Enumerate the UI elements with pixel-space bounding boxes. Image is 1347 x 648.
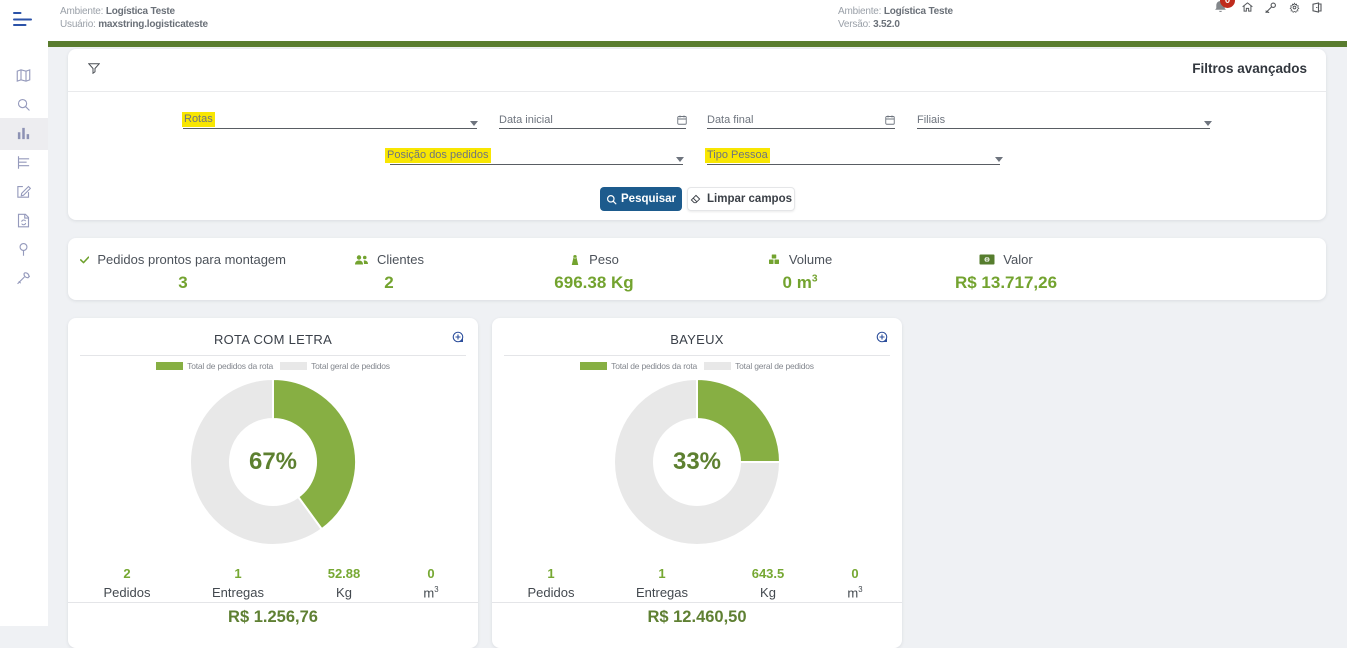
svg-text:0: 0 bbox=[986, 257, 989, 263]
